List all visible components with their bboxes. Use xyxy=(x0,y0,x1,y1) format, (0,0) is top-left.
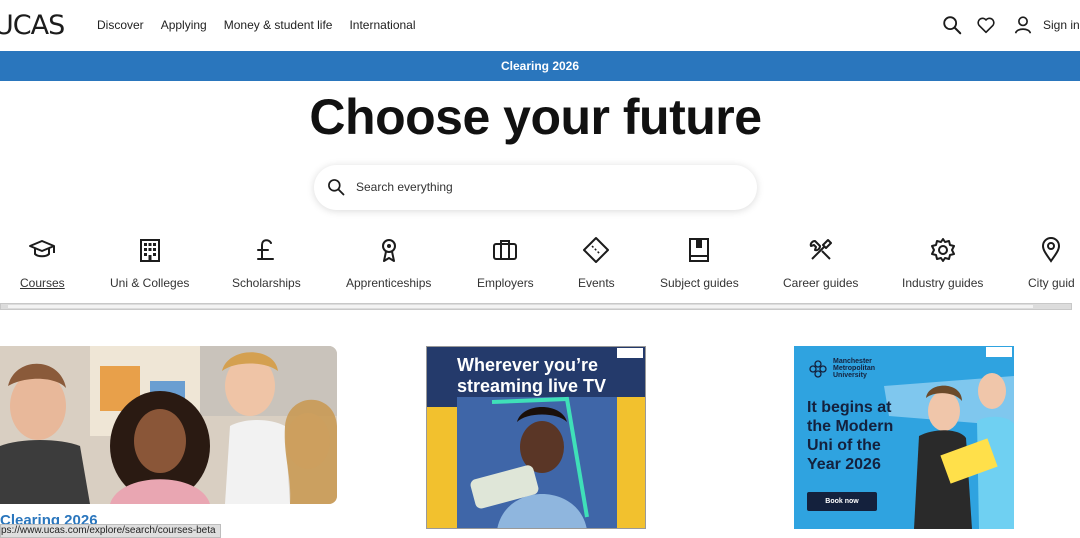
category-label: Courses xyxy=(20,276,65,290)
category-scrollbar[interactable] xyxy=(0,303,1072,310)
university-logo-icon xyxy=(809,360,827,378)
ucas-logo[interactable]: UCAS xyxy=(0,10,65,41)
site-header: UCAS Discover Applying Money & student l… xyxy=(0,0,1080,51)
category-label: Scholarships xyxy=(232,276,301,290)
category-employers[interactable]: Employers xyxy=(477,236,534,290)
gear-icon xyxy=(930,238,955,262)
scrollbar-thumb[interactable] xyxy=(8,305,1033,308)
advert-brand: Manchester Metropolitan University xyxy=(833,358,875,379)
search-input[interactable] xyxy=(356,177,736,197)
category-label: Industry guides xyxy=(902,276,984,290)
nav-international[interactable]: International xyxy=(349,18,415,32)
nav-discover[interactable]: Discover xyxy=(97,18,144,32)
heart-icon[interactable] xyxy=(975,14,997,36)
page-title: Choose your future xyxy=(309,89,762,145)
book-icon xyxy=(689,238,710,262)
nav-applying[interactable]: Applying xyxy=(161,18,207,32)
category-scholarships[interactable]: Scholarships xyxy=(232,236,301,290)
category-apprenticeships[interactable]: Apprenticeships xyxy=(346,236,431,290)
tools-icon xyxy=(809,239,832,260)
advert-manchester-met[interactable]: Manchester Metropolitan University It be… xyxy=(794,346,1014,529)
briefcase-icon xyxy=(493,240,518,260)
category-events[interactable]: Events xyxy=(578,236,615,290)
advert-streaming[interactable]: Wherever you’re streaming live TV xyxy=(426,346,646,529)
category-label: City guid xyxy=(1028,276,1075,290)
rosette-icon xyxy=(381,239,396,262)
main-nav: Discover Applying Money & student life I… xyxy=(97,18,416,32)
search-bar[interactable] xyxy=(314,165,757,210)
map-pin-icon xyxy=(1042,237,1061,263)
category-career-guides[interactable]: Career guides xyxy=(783,236,858,290)
category-label: Events xyxy=(578,276,615,290)
category-label: Employers xyxy=(477,276,534,290)
category-label: Uni & Colleges xyxy=(110,276,190,290)
category-label: Subject guides xyxy=(660,276,739,290)
category-label: Apprenticeships xyxy=(346,276,432,290)
pound-icon xyxy=(257,239,275,260)
search-icon xyxy=(328,179,345,196)
book-now-button[interactable]: Book now xyxy=(807,492,877,511)
sign-in-link[interactable]: Sign in xyxy=(1043,18,1080,32)
ticket-icon xyxy=(583,237,610,263)
nav-money-student-life[interactable]: Money & student life xyxy=(224,18,333,32)
category-industry-guides[interactable]: Industry guides xyxy=(902,236,983,290)
students-photo xyxy=(0,346,337,504)
category-label: Career guides xyxy=(783,276,859,290)
building-icon xyxy=(139,239,160,262)
clearing-feature-image[interactable] xyxy=(0,346,337,504)
graduation-cap-icon xyxy=(29,240,56,258)
advert-manchester-headline: It begins at the Modern Uni of the Year … xyxy=(807,399,894,473)
search-icon[interactable] xyxy=(941,14,963,36)
clearing-banner[interactable]: Clearing 2026 xyxy=(0,51,1080,81)
ad-choices-badge[interactable] xyxy=(986,347,1012,357)
category-uni-colleges[interactable]: Uni & Colleges xyxy=(110,236,189,290)
browser-status-url: ps://www.ucas.com/explore/search/courses… xyxy=(0,524,221,538)
category-subject-guides[interactable]: Subject guides xyxy=(660,236,739,290)
user-icon[interactable] xyxy=(1012,14,1034,36)
advert-streaming-headline: Wherever you’re streaming live TV xyxy=(457,355,607,396)
category-courses[interactable]: Courses xyxy=(20,236,65,290)
category-city-guides[interactable]: City guid xyxy=(1028,236,1075,290)
